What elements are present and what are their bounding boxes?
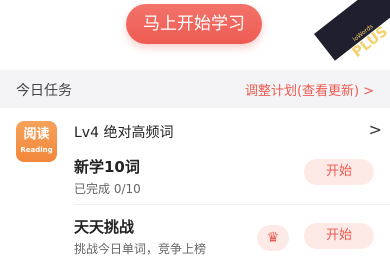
book-icon-label: 阅读 [23,127,50,142]
chevron-right-icon: > [368,120,382,139]
today-tasks-header: 今日任务 调整计划(查看更新) > [0,70,390,108]
chevron-right-icon: > [363,84,374,99]
book-icon-sublabel: Reading [20,146,53,154]
start-task-button[interactable]: 开始 [304,159,374,185]
adjust-plan-link[interactable]: 调整计划(查看更新) > [245,80,374,99]
wordbook-row[interactable]: Lv4 绝对高频词 > [74,120,390,142]
task-progress: 已完成 0/10 [74,182,141,196]
task-description: 挑战今日单词，竞争上榜 [74,242,207,256]
start-learning-button[interactable]: 马上开始学习 [126,4,262,44]
task-daily-challenge: 天天挑战 挑战今日单词，竞争上榜 ♛ 开始 [74,214,390,260]
reading-book-icon: 阅读 Reading [16,121,57,162]
task-title: 新学10词 [74,158,140,176]
adjust-plan-label: 调整计划(查看更新) [244,84,360,99]
wordbook-title: Lv4 绝对高频词 [74,125,174,141]
task-new-words: 新学10词 已完成 0/10 开始 [74,152,390,205]
crown-icon: ♛ [266,230,280,246]
top-bar: 马上开始学习 loWords PLUS [0,0,390,68]
leaderboard-crown-button[interactable]: ♛ [257,225,289,251]
task-title: 天天挑战 [74,218,135,236]
section-title: 今日任务 [16,83,72,99]
start-challenge-button[interactable]: 开始 [304,223,374,249]
